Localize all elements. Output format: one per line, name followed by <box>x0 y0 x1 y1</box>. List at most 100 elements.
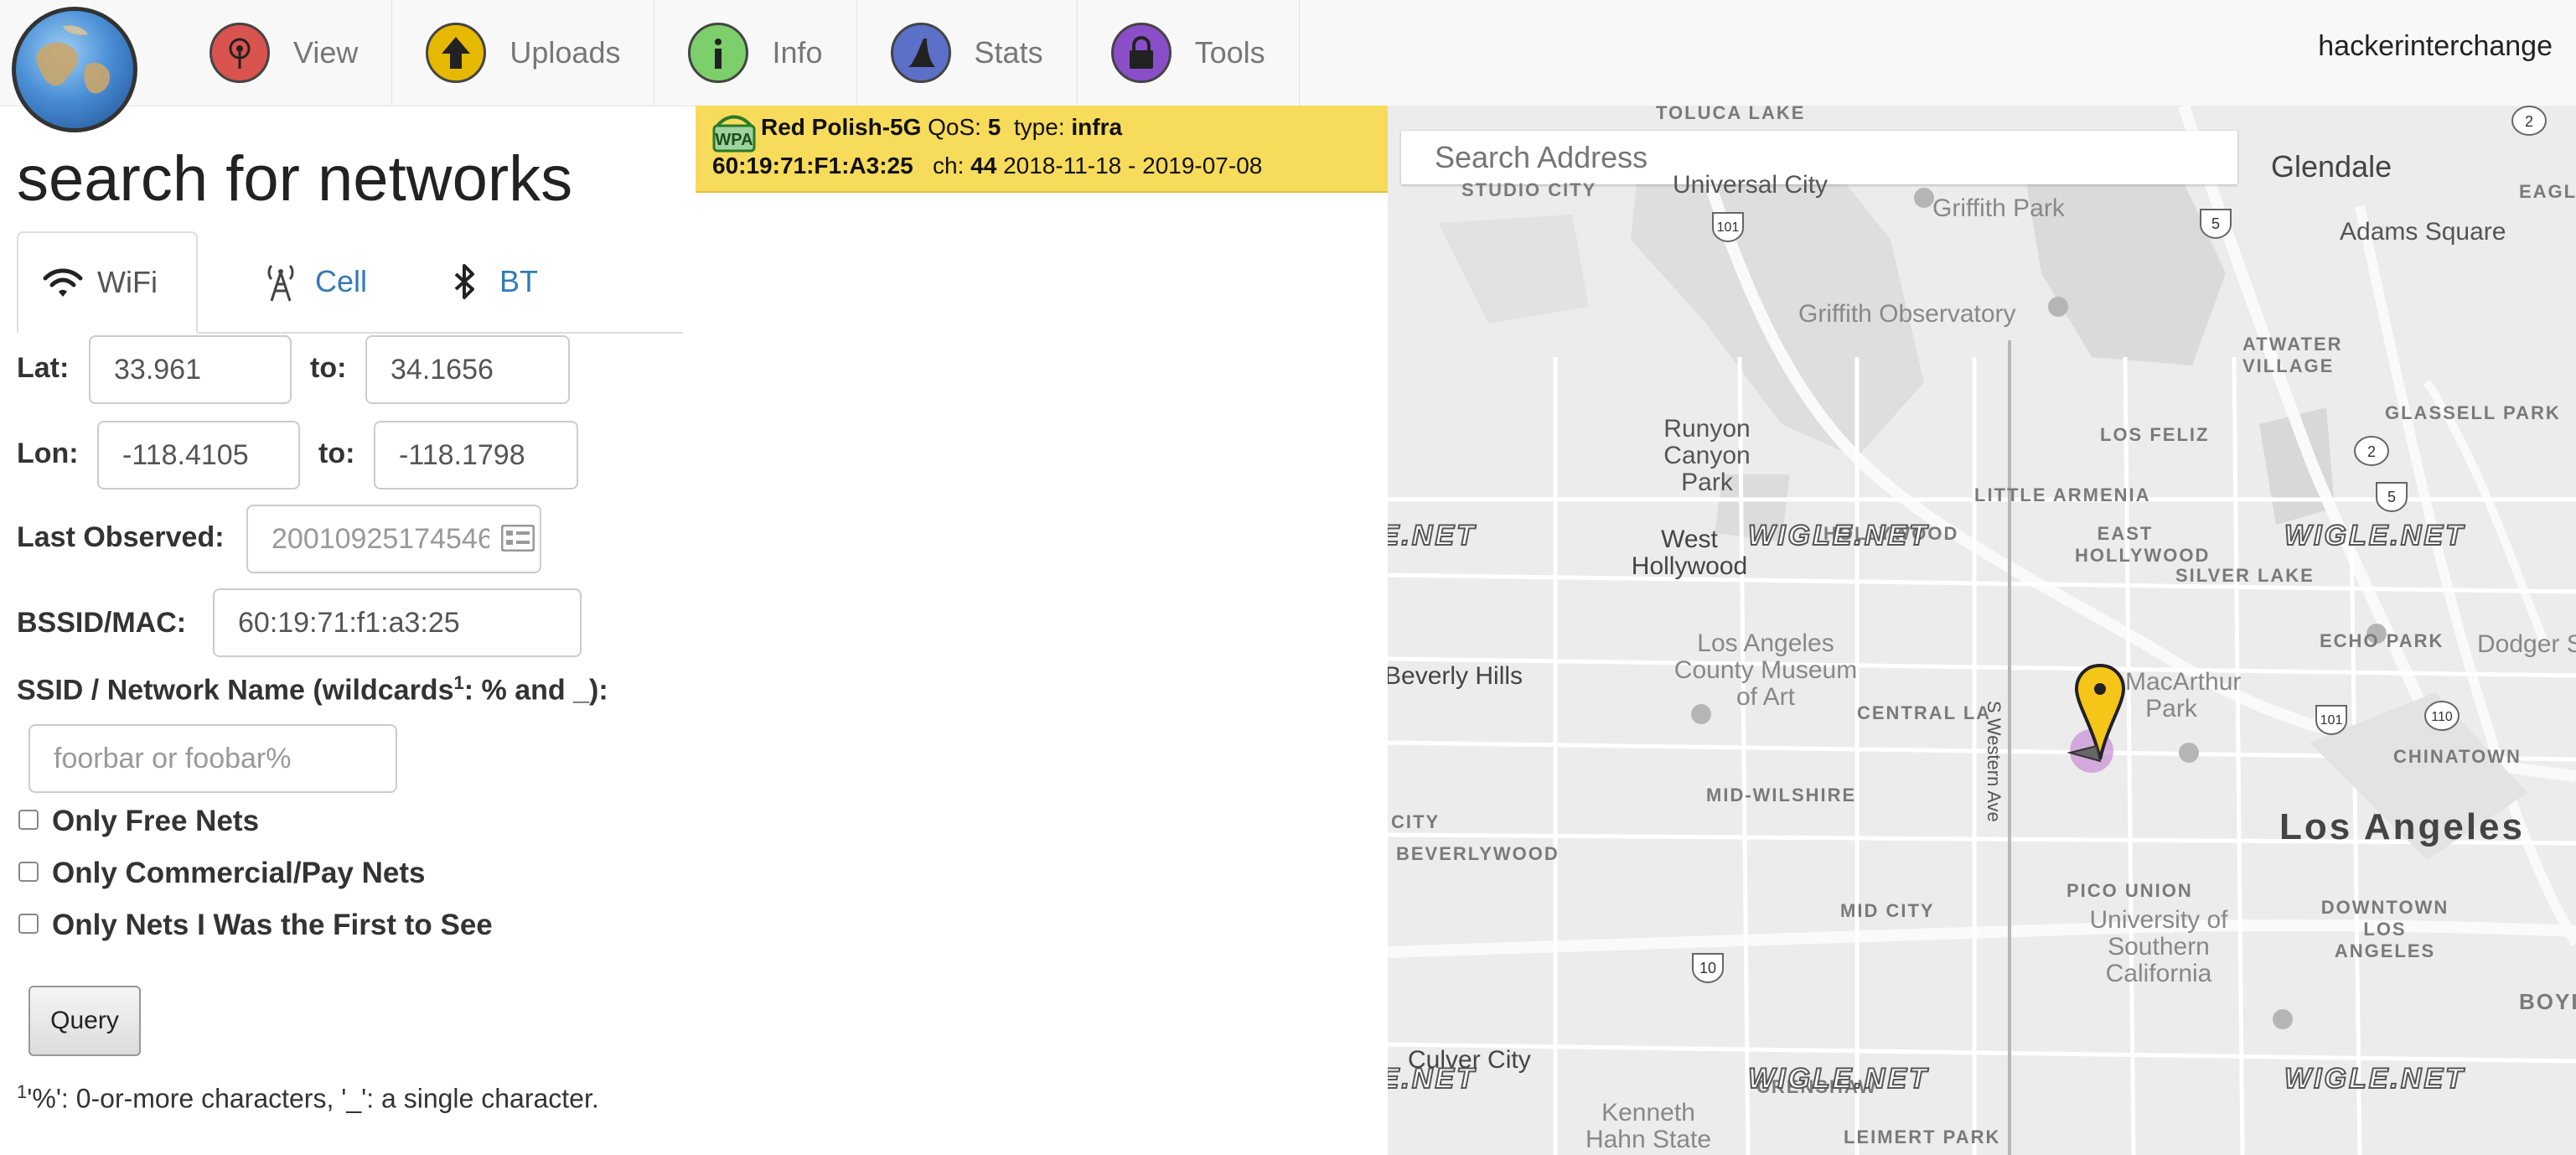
upload-arrow-icon <box>426 23 487 83</box>
result-dates: 2018-11-18 - 2019-07-08 <box>1003 153 1263 179</box>
map-label-dodger: Dodger St <box>2477 630 2576 658</box>
view-icon <box>209 23 270 83</box>
map-label-los-angeles: Los Angeles <box>2279 806 2525 847</box>
map-label-kenneth-hahn: Kenneth Hahn State <box>1585 1099 1712 1153</box>
highway-shield-icon: 5 <box>2376 482 2408 513</box>
nav-stats[interactable]: Stats <box>857 0 1078 106</box>
tab-cell[interactable]: Cell <box>236 231 391 332</box>
map-label-los-feliz: LOS FELIZ <box>2100 424 2210 445</box>
search-panel: search for networks WiFi Cell BT Lat: 33… <box>0 106 696 1155</box>
footnote-mark: 1 <box>17 1081 28 1102</box>
result-type: infra <box>1071 114 1123 140</box>
highway-shield-number: 101 <box>2320 713 2343 728</box>
result-line-2: 60:19:71:F1:A3:25 ch: 44 2018-11-18 - 20… <box>712 153 1262 179</box>
wigle-watermark: WIGLE.NET <box>1388 519 1477 552</box>
map-label-lacma: Los Angeles County Museum of Art <box>1673 629 1858 711</box>
network-result-row[interactable]: WPA Red Polish-5G QoS: 5 type: infra 60:… <box>696 106 1388 193</box>
result-channel-label: ch: <box>933 153 965 179</box>
wigle-watermark: WIGLE.NET <box>2284 1062 2465 1095</box>
highway-shield-icon: 5 <box>2200 209 2232 240</box>
main-nav: View Uploads Info Stats Tools <box>176 0 1300 106</box>
only-commercial-nets-checkbox[interactable] <box>18 862 39 882</box>
highway-shield-icon: 101 <box>1712 212 1744 243</box>
last-observed-input[interactable] <box>246 505 541 573</box>
ssid-label-text: SSID / Network Name (wildcards <box>17 674 454 707</box>
result-qos-label: QoS: <box>928 114 981 140</box>
map-label-east-hollywood: EAST HOLLYWOOD <box>2075 523 2211 566</box>
highway-shield-number: 2 <box>2367 443 2376 460</box>
tab-bt[interactable]: BT <box>421 231 561 332</box>
network-location-pin-icon[interactable] <box>2066 660 2134 778</box>
wigle-globe-logo[interactable] <box>12 7 137 132</box>
highway-shield-icon: 2 <box>2354 436 2389 466</box>
lon-from-input[interactable] <box>97 421 300 489</box>
bluetooth-icon <box>454 264 474 299</box>
highway-shield-number: 5 <box>2387 489 2396 505</box>
highway-shield-icon: 101 <box>2315 705 2347 736</box>
lon-to-input[interactable] <box>374 421 578 489</box>
only-first-seen-label: Only Nets I Was the First to See <box>52 909 493 941</box>
nav-info-label: Info <box>772 35 823 70</box>
wifi-icon <box>43 268 83 297</box>
map-label-glendale: Glendale <box>2271 149 2392 184</box>
nav-info[interactable]: Info <box>654 0 857 106</box>
wigle-watermark: WIGLE.NET <box>1747 1062 1929 1095</box>
map-label-griffith-observatory: Griffith Observatory <box>1798 300 2016 328</box>
map-label-beverly-hills: Beverly Hills <box>1388 662 1523 690</box>
lon-label: Lon: <box>17 438 79 469</box>
map-label-pico-union: PICO UNION <box>2066 880 2193 901</box>
bssid-input[interactable] <box>213 588 582 657</box>
map-label-beverlywood: BEVERLYWOOD <box>1396 843 1560 864</box>
map-view[interactable]: TOLUCA LAKE Glendale EAGL STUDIO CITY Un… <box>1388 106 2576 1155</box>
map-label-toluca-lake: TOLUCA LAKE <box>1656 106 1806 123</box>
lat-label: Lat: <box>17 352 70 384</box>
lon-to-label: to: <box>318 438 355 469</box>
nav-view-label: View <box>293 35 359 70</box>
map-label-mid-wilshire: MID-WILSHIRE <box>1706 785 1857 805</box>
nav-tools[interactable]: Tools <box>1078 0 1300 106</box>
cell-tower-icon <box>267 264 294 302</box>
nav-view[interactable]: View <box>176 0 393 106</box>
highway-shield-icon: 110 <box>2424 701 2460 731</box>
info-icon <box>688 23 749 83</box>
tab-bt-label: BT <box>499 264 539 298</box>
highway-shield-number: 101 <box>1717 220 1740 235</box>
query-button[interactable]: Query <box>28 986 141 1056</box>
result-channel: 44 <box>970 153 997 179</box>
ssid-label: SSID / Network Name (wildcards1: % and _… <box>17 672 608 707</box>
top-navbar: View Uploads Info Stats Tools hackerinte… <box>0 0 2576 106</box>
map-label-little-armenia: LITTLE ARMENIA <box>1974 484 2151 505</box>
wigle-watermark: WIGLE.NET <box>2284 519 2465 552</box>
map-label-boyle: BOYL <box>2519 989 2576 1014</box>
result-qos: 5 <box>987 114 1001 140</box>
highway-shield-icon: 10 <box>1692 953 1724 984</box>
page-title: search for networks <box>17 143 573 215</box>
stats-icon <box>890 23 951 83</box>
calendar-icon[interactable] <box>501 525 535 552</box>
only-free-nets-label: Only Free Nets <box>52 805 260 837</box>
only-commercial-nets-label: Only Commercial/Pay Nets <box>52 857 426 889</box>
lat-to-label: to: <box>310 352 347 384</box>
map-label-downtown: DOWNTOWN LOS ANGELES <box>2320 897 2449 961</box>
nav-uploads[interactable]: Uploads <box>392 0 655 106</box>
map-label-leimert-park: LEIMERT PARK <box>1844 1127 2001 1147</box>
ssid-input[interactable] <box>28 724 397 793</box>
tab-wifi-label: WiFi <box>97 265 158 299</box>
map-label-usc: University of Southern California <box>2089 906 2228 987</box>
lat-from-input[interactable] <box>89 335 292 404</box>
username[interactable]: hackerinterchange <box>2318 30 2553 63</box>
highway-shield-number: 2 <box>2525 113 2533 130</box>
network-type-tabs: WiFi Cell BT <box>17 231 683 334</box>
result-ssid: Red Polish-5G <box>761 114 922 140</box>
result-type-label: type: <box>1013 114 1065 140</box>
tab-wifi[interactable]: WiFi <box>17 231 198 334</box>
nav-stats-label: Stats <box>974 35 1043 70</box>
bssid-label: BSSID/MAC: <box>17 607 187 639</box>
map-label-chinatown: CHINATOWN <box>2393 746 2522 767</box>
map-label-runyon-canyon: Runyon Canyon Park <box>1663 415 1751 496</box>
only-first-seen-checkbox[interactable] <box>18 914 39 934</box>
wifi-infra-icon-text: WPA <box>715 131 753 149</box>
only-free-nets-checkbox[interactable] <box>18 810 39 830</box>
lat-to-input[interactable] <box>365 335 570 404</box>
map-label-silver-lake: SILVER LAKE <box>2175 565 2315 586</box>
